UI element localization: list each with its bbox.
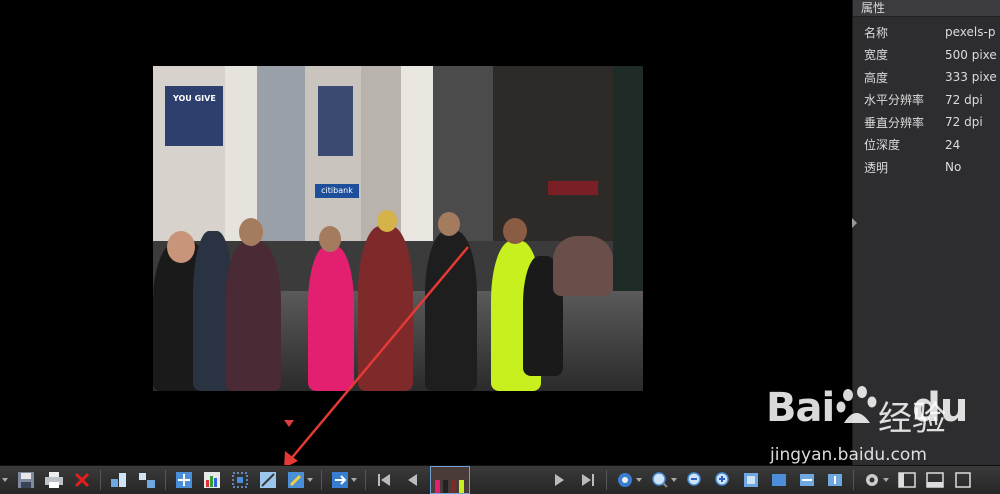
property-value: 500 pixe xyxy=(945,47,997,62)
gear-icon[interactable] xyxy=(860,469,884,491)
displayed-photo: YOU GIVE citibank xyxy=(153,66,643,391)
pen-icon[interactable] xyxy=(284,469,308,491)
property-value: 72 dpi xyxy=(945,92,983,107)
panel-title: 属性 xyxy=(853,0,1000,17)
select-icon[interactable] xyxy=(228,469,252,491)
property-value: No xyxy=(945,160,962,175)
property-name: 透明 xyxy=(864,160,889,175)
paw-icon xyxy=(836,386,877,423)
watermark-chinese: 经验 xyxy=(878,399,946,439)
arrange-icon[interactable] xyxy=(135,469,159,491)
property-list: 名称 pexels-p 宽度 500 pixe 高度 333 pixe 水平分辨… xyxy=(853,21,1000,179)
property-row: 位深度 24 xyxy=(853,134,1000,157)
image-viewer[interactable]: YOU GIVE citibank xyxy=(0,0,852,465)
toolbar-divider xyxy=(606,470,607,490)
zoom-out-icon[interactable] xyxy=(648,469,672,491)
property-name: 名称 xyxy=(864,25,889,40)
delete-icon[interactable] xyxy=(70,469,94,491)
property-name: 高度 xyxy=(864,70,889,85)
panel-icon[interactable] xyxy=(895,469,919,491)
billboard-text: YOU GIVE xyxy=(173,94,216,103)
grid-icon[interactable] xyxy=(107,469,131,491)
bottom-toolbar xyxy=(0,465,1000,494)
chevron-down-icon[interactable] xyxy=(671,478,677,482)
fit-icon[interactable] xyxy=(711,469,735,491)
settings-icon[interactable] xyxy=(613,469,637,491)
toolbar-divider xyxy=(321,470,322,490)
property-row: 高度 333 pixe xyxy=(853,66,1000,89)
watermark-url: jingyan.baidu.com xyxy=(770,445,927,465)
red-marker xyxy=(284,420,294,427)
first-icon[interactable] xyxy=(372,469,396,491)
property-name: 水平分辨率 xyxy=(864,93,925,108)
next-icon[interactable] xyxy=(548,469,572,491)
fullscreen-icon[interactable] xyxy=(951,469,975,491)
baidu-watermark: Bai du du 经验 jingyan.baidu.com xyxy=(766,385,996,475)
property-name: 宽度 xyxy=(864,48,889,63)
print-icon[interactable] xyxy=(42,469,66,491)
property-value: 72 dpi xyxy=(945,115,983,130)
chevron-down-icon[interactable] xyxy=(2,478,8,482)
move-icon[interactable] xyxy=(172,469,196,491)
property-row: 垂直分辨率 72 dpi xyxy=(853,111,1000,134)
toolbar-divider xyxy=(365,470,366,490)
arrow-right-icon[interactable] xyxy=(328,469,352,491)
toolbar-divider xyxy=(165,470,166,490)
chart-icon[interactable] xyxy=(200,469,224,491)
property-value: pexels-p xyxy=(945,25,996,40)
property-name: 垂直分辨率 xyxy=(864,115,925,130)
fit-height-icon[interactable] xyxy=(795,469,819,491)
chevron-down-icon[interactable] xyxy=(636,478,642,482)
chevron-down-icon[interactable] xyxy=(307,478,313,482)
property-row: 透明 No xyxy=(853,156,1000,179)
fit-width-icon[interactable] xyxy=(767,469,791,491)
toolbar-divider xyxy=(100,470,101,490)
actual-size-icon[interactable] xyxy=(739,469,763,491)
prev-icon[interactable] xyxy=(400,469,424,491)
last-icon[interactable] xyxy=(576,469,600,491)
fullscreen-toggle-icon[interactable] xyxy=(823,469,847,491)
toolbar-divider xyxy=(853,470,854,490)
property-value: 24 xyxy=(945,137,961,152)
bank-sign: citibank xyxy=(315,184,359,198)
panel-collapse-handle[interactable] xyxy=(852,218,857,228)
zoom-in-icon[interactable] xyxy=(683,469,707,491)
save-icon[interactable] xyxy=(14,469,38,491)
image-edit-icon[interactable] xyxy=(256,469,280,491)
chevron-down-icon[interactable] xyxy=(351,478,357,482)
property-row: 名称 pexels-p xyxy=(853,21,1000,44)
filmstrip-icon[interactable] xyxy=(923,469,947,491)
property-row: 水平分辨率 72 dpi xyxy=(853,89,1000,112)
property-name: 位深度 xyxy=(864,138,901,153)
property-row: 宽度 500 pixe xyxy=(853,44,1000,67)
thumbnail-current[interactable] xyxy=(430,466,470,494)
chevron-down-icon[interactable] xyxy=(883,478,889,482)
property-value: 333 pixe xyxy=(945,70,997,85)
